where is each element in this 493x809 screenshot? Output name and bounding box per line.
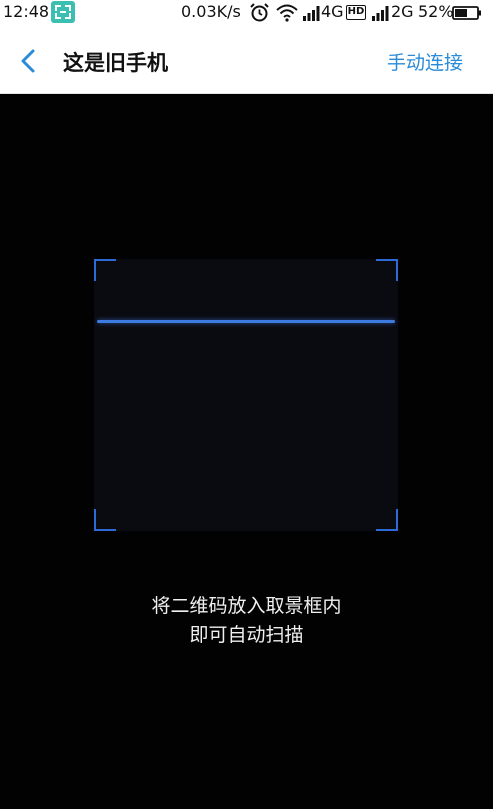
alarm-icon bbox=[250, 3, 269, 22]
status-time: 12:48 bbox=[3, 2, 50, 21]
scan-frame bbox=[94, 259, 398, 531]
scan-line bbox=[97, 320, 395, 323]
camera-viewfinder: 将二维码放入取景框内 即可自动扫描 bbox=[0, 95, 493, 809]
hd-badge: HD bbox=[346, 5, 366, 20]
manual-connect-button[interactable]: 手动连接 bbox=[387, 48, 463, 75]
network-type-2: 2G bbox=[391, 2, 414, 21]
title-bar: 这是旧手机 手动连接 bbox=[0, 26, 493, 94]
frame-corner-top-right bbox=[376, 259, 398, 281]
scan-app-icon bbox=[51, 1, 75, 23]
frame-corner-bottom-right bbox=[376, 509, 398, 531]
wifi-icon bbox=[276, 4, 298, 22]
scan-hint-line-1: 将二维码放入取景框内 bbox=[151, 595, 342, 617]
frame-corner-top-left bbox=[94, 259, 116, 281]
battery-percent: 52% bbox=[418, 2, 454, 21]
signal-icon bbox=[303, 6, 320, 21]
scan-hint-line-2: 即可自动扫描 bbox=[189, 624, 304, 646]
page-title: 这是旧手机 bbox=[63, 51, 168, 75]
signal-icon-2 bbox=[372, 6, 389, 21]
network-type-1: 4G bbox=[321, 2, 344, 21]
back-arrow-icon[interactable] bbox=[18, 48, 40, 74]
frame-corner-bottom-left bbox=[94, 509, 116, 531]
battery-icon bbox=[452, 6, 481, 20]
net-speed: 0.03K/s bbox=[181, 2, 241, 21]
status-bar: 12:48 0.03K/s 4G HD 2G 52% bbox=[0, 0, 493, 26]
